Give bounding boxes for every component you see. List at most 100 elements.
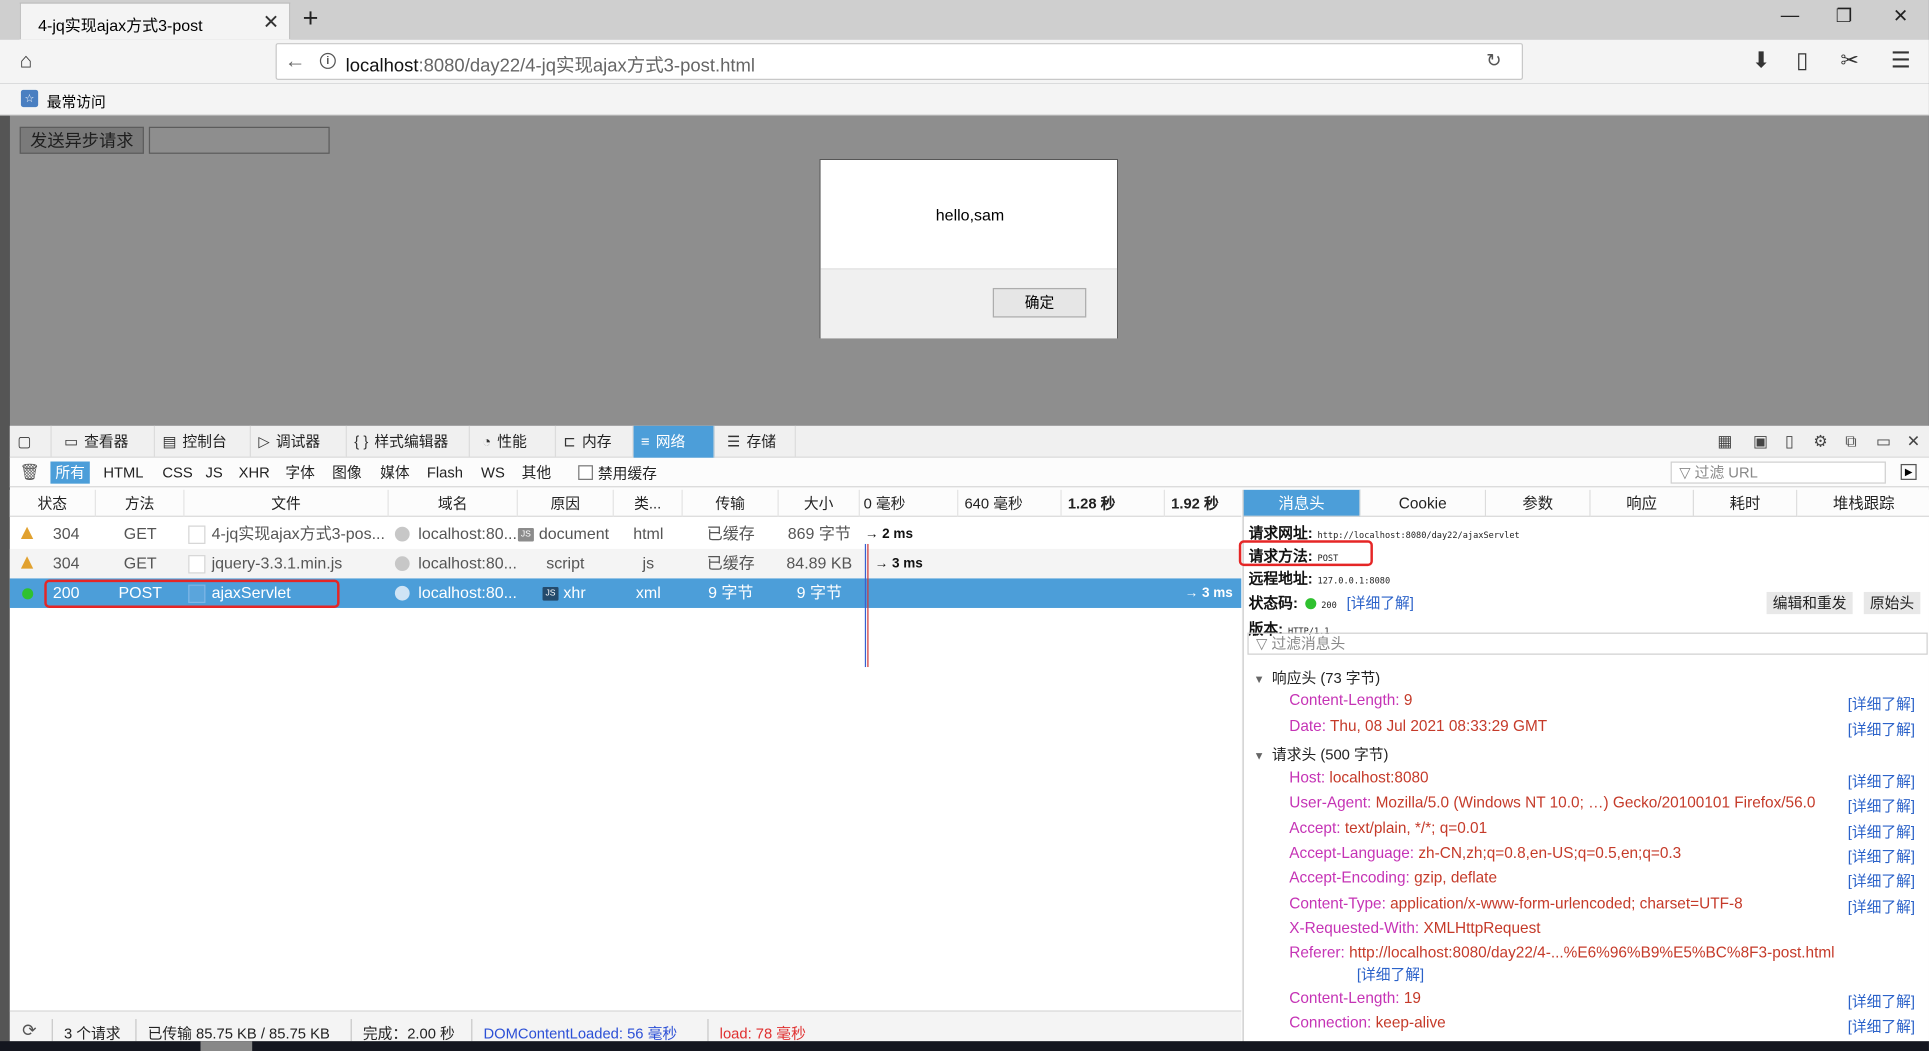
- filter-html[interactable]: HTML: [98, 462, 148, 484]
- window-close-icon[interactable]: ✕: [1882, 5, 1919, 27]
- menu-icon[interactable]: ☰: [1891, 48, 1911, 74]
- toggle-details-icon[interactable]: ▶: [1900, 463, 1917, 480]
- learn-more-link[interactable]: [详细了解]: [1848, 845, 1915, 866]
- url-filter-input[interactable]: ▽ 过滤 URL: [1670, 461, 1886, 484]
- response-headers-section[interactable]: ▼ 响应头 (73 字节): [1254, 667, 1381, 688]
- element-picker-tab[interactable]: ▢: [10, 425, 52, 458]
- col-size[interactable]: 大小: [779, 489, 860, 517]
- filter-css[interactable]: CSS: [157, 462, 197, 484]
- header-filter-input[interactable]: ▽ 过滤消息头: [1247, 632, 1928, 655]
- filter-other[interactable]: 其他: [517, 462, 556, 484]
- tab-performance[interactable]: ◔ 性能: [475, 425, 557, 458]
- tab-stack-trace[interactable]: 堆栈跟踪: [1797, 489, 1929, 517]
- tab-label: 控制台: [182, 433, 227, 451]
- learn-more-link[interactable]: [详细了解]: [1357, 964, 1424, 985]
- filter-images[interactable]: 图像: [327, 462, 366, 484]
- send-async-request-button[interactable]: 发送异步请求: [19, 126, 144, 154]
- filter-js[interactable]: JS: [201, 462, 228, 484]
- screenshot-icon[interactable]: ✂: [1840, 48, 1859, 74]
- tab-memory[interactable]: ⊏ 内存: [556, 425, 634, 458]
- filter-flash[interactable]: Flash: [422, 462, 468, 484]
- alert-ok-button[interactable]: 确定: [992, 287, 1087, 318]
- learn-more-link[interactable]: [详细了解]: [1848, 896, 1915, 917]
- tab-close-icon[interactable]: ✕: [263, 10, 279, 35]
- col-transferred[interactable]: 传输: [683, 489, 779, 517]
- tab-network[interactable]: ≡ 网络: [633, 425, 715, 458]
- back-icon[interactable]: ←: [278, 43, 312, 80]
- table-row[interactable]: 304 GET jquery-3.3.1.min.js localhost:80…: [9, 548, 1242, 579]
- tab-timings[interactable]: 耗时: [1693, 489, 1798, 517]
- col-type[interactable]: 类...: [614, 489, 683, 517]
- row-file: jquery-3.3.1.min.js: [211, 553, 343, 573]
- tab-console[interactable]: ▤ 控制台: [155, 425, 251, 458]
- globe-icon: [394, 526, 410, 542]
- row-domain: localhost:80...: [418, 583, 517, 602]
- disable-cache-checkbox[interactable]: [578, 465, 593, 480]
- responsive-design-icon[interactable]: ▯: [1785, 432, 1794, 452]
- header-row: Referer: http://localhost:8080/day22/4-.…: [1289, 943, 1835, 962]
- url-text[interactable]: localhost:8080/day22/4-jq实现ajax方式3-post.…: [346, 52, 755, 78]
- clear-requests-icon[interactable]: 🗑: [20, 463, 40, 483]
- status-learn-more-link[interactable]: [详细了解]: [1347, 594, 1414, 611]
- row-size: 84.89 KB: [786, 553, 853, 573]
- download-icon[interactable]: ⬇: [1752, 48, 1771, 74]
- dock-layout-icon[interactable]: ▦: [1717, 432, 1732, 452]
- learn-more-link[interactable]: [详细了解]: [1848, 693, 1915, 714]
- tab-params[interactable]: 参数: [1486, 489, 1591, 517]
- status-code-row: 状态码: 200 [详细了解]: [1249, 592, 1414, 613]
- col-status[interactable]: 状态: [10, 489, 96, 517]
- filter-media[interactable]: 媒体: [375, 462, 414, 484]
- info-icon[interactable]: i: [319, 52, 336, 69]
- tab-debugger[interactable]: ▷ 调试器: [251, 425, 347, 458]
- home-icon[interactable]: ⌂: [20, 49, 33, 74]
- tab-style-editor[interactable]: { } 样式编辑器: [347, 425, 470, 458]
- learn-more-link[interactable]: [详细了解]: [1848, 719, 1915, 740]
- edit-and-resend-button[interactable]: 编辑和重发: [1766, 591, 1853, 615]
- library-icon[interactable]: ▯: [1796, 48, 1808, 74]
- request-list: 状态 方法 文件 域名 原因 类... 传输 大小 0 毫秒 640 毫秒 1.…: [9, 489, 1242, 1011]
- col-method[interactable]: 方法: [96, 489, 185, 517]
- performance-analysis-icon[interactable]: ⟳: [22, 1020, 36, 1041]
- close-devtools-icon[interactable]: ✕: [1907, 432, 1920, 452]
- performance-icon: ◔: [482, 433, 492, 451]
- minimize-icon[interactable]: —: [1771, 5, 1808, 26]
- bookmark-most-visited[interactable]: 最常访问: [47, 91, 106, 112]
- new-tab-icon[interactable]: +: [303, 2, 319, 34]
- col-cause[interactable]: 原因: [518, 489, 614, 517]
- col-domain[interactable]: 域名: [389, 489, 518, 517]
- learn-more-link[interactable]: [详细了解]: [1848, 821, 1915, 842]
- page-text-input[interactable]: [148, 126, 330, 154]
- undock-icon[interactable]: ▭: [1876, 432, 1891, 452]
- tab-headers[interactable]: 消息头: [1243, 489, 1361, 517]
- status-dot-icon: [1305, 598, 1317, 610]
- row-type: xml: [635, 583, 661, 602]
- filter-all[interactable]: 所有: [50, 461, 90, 484]
- dock-side-icon[interactable]: ⧉: [1845, 432, 1856, 452]
- horizontal-scrollbar-thumb[interactable]: [200, 1041, 253, 1051]
- filter-xhr[interactable]: XHR: [234, 462, 275, 484]
- load-marker: [867, 543, 869, 668]
- filter-ws[interactable]: WS: [476, 462, 510, 484]
- row-type: html: [633, 524, 664, 543]
- learn-more-link[interactable]: [详细了解]: [1848, 870, 1915, 891]
- tab-inspector[interactable]: ▭ 查看器: [57, 425, 156, 458]
- tab-response[interactable]: 响应: [1590, 489, 1694, 517]
- learn-more-link[interactable]: [详细了解]: [1848, 770, 1915, 791]
- remote-address-label: 远程地址:: [1248, 569, 1313, 588]
- reload-icon[interactable]: ↻: [1486, 49, 1501, 71]
- learn-more-link[interactable]: [详细了解]: [1848, 991, 1915, 1012]
- filter-fonts[interactable]: 字体: [280, 462, 319, 484]
- tab-storage[interactable]: ☰ 存储: [720, 425, 796, 458]
- restore-icon[interactable]: ❐: [1826, 5, 1863, 27]
- table-row[interactable]: 304 GET 4-jq实现ajax方式3-pos... localhost:8…: [10, 519, 1241, 549]
- request-headers-section[interactable]: ▼ 请求头 (500 字节): [1254, 743, 1389, 764]
- learn-more-link[interactable]: [详细了解]: [1848, 795, 1915, 816]
- settings-icon[interactable]: ⚙: [1813, 432, 1827, 452]
- col-file[interactable]: 文件: [185, 489, 389, 517]
- storage-icon: ☰: [727, 433, 741, 451]
- browser-tab[interactable]: 4-jq实现ajax方式3-post ✕: [19, 2, 291, 40]
- split-console-icon[interactable]: ▣: [1753, 432, 1768, 452]
- raw-headers-button[interactable]: 原始头: [1863, 591, 1921, 615]
- learn-more-link[interactable]: [详细了解]: [1848, 1015, 1915, 1036]
- tab-cookies[interactable]: Cookie: [1360, 489, 1487, 517]
